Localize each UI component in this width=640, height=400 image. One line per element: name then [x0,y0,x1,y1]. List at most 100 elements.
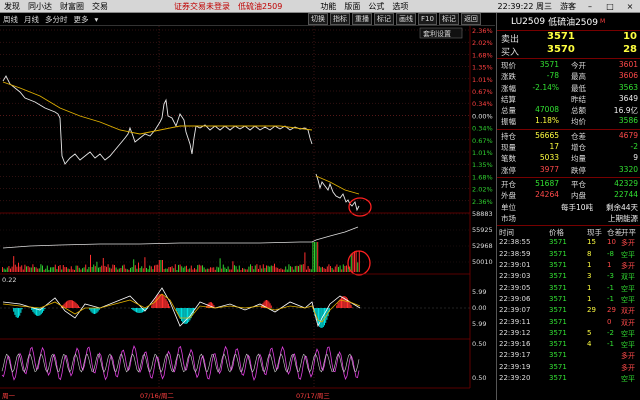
volume-bar [250,264,251,272]
menu-item-tonghuashun[interactable]: 同小达 [24,1,56,12]
macd-bar [183,308,185,324]
menu-item-function[interactable]: 功能 [316,1,340,12]
volume-bar [331,267,333,272]
volume-bar [186,265,187,272]
mark-button-2[interactable]: 标记 [438,13,459,25]
tick-row[interactable]: 22:39:11 3571 0 双开 [497,318,640,329]
volume-bar [18,262,19,272]
tick-row[interactable]: 22:39:16 3571 4 -1 空平 [497,340,640,351]
volume-bar [40,264,42,272]
macd-bar [33,308,35,314]
guest-label[interactable]: 游客 [556,1,580,12]
arbitrage-settings-label[interactable]: 套利设置 [423,29,451,38]
volume-bar [104,265,106,272]
volume-bar [19,266,21,272]
menu-item-discover[interactable]: 发现 [0,1,24,12]
volume-bar [358,250,360,272]
volume-bar [61,269,63,272]
volume-bar [334,266,336,272]
tick-row[interactable]: 22:39:01 3571 1 1 多开 [497,261,640,272]
indicator-button[interactable]: 指标 [330,13,350,25]
volume-bar [251,266,253,272]
replay-button[interactable]: 重播 [352,13,372,25]
volume-bar [246,269,248,272]
volume-bar [158,260,160,272]
volume-bar [214,269,216,272]
volume-bar [203,267,205,272]
tick-row[interactable]: 22:39:03 3571 3 -3 双平 [497,272,640,283]
tab-monthly[interactable]: 月线 [21,14,42,25]
ask-row[interactable]: 卖出 3571 10 [497,31,640,45]
tab-multi-intraday[interactable]: 多分时 [42,14,71,25]
mark-button[interactable]: 标记 [374,13,394,25]
bid-row[interactable]: 买入 3570 28 [497,44,640,58]
macd-bar [18,308,19,318]
macd-bar [97,308,99,312]
volume-bar [330,266,331,272]
tab-more[interactable]: 更多 [71,14,92,25]
tick-row[interactable]: 22:39:19 3571 多开 [497,363,640,374]
volume-bar [130,267,131,272]
login-warning[interactable]: 证券交易未登录 [170,1,234,12]
tick-row[interactable]: 22:38:55 3571 15 10 多开 [497,238,640,249]
draw-line-button[interactable]: 画线 [396,13,416,25]
volume-bar [170,267,171,272]
macd-bar [165,299,167,308]
volume-bar [317,242,319,272]
volume-bar [42,265,43,272]
volume-bar [90,254,91,272]
volume-bar [126,269,128,272]
macd-bar [16,308,18,318]
volume-bar [176,269,178,272]
volume-bar [168,267,170,272]
close-icon[interactable]: × [620,2,640,11]
oscillator-axis-label: 0.00 [472,304,486,312]
tick-table[interactable]: 22:38:55 3571 15 10 多开 22:38:59 3571 8 -8 空平 22:39… [497,238,640,385]
price-pct-label: 0.67% [472,137,493,145]
tab-weekly[interactable]: 周线 [0,14,21,25]
switch-button[interactable]: 切换 [308,13,328,25]
tick-row[interactable]: 22:39:12 3571 5 -2 空平 [497,329,640,340]
f10-button[interactable]: F10 [418,13,437,25]
volume-bar [32,264,34,272]
volume-bar [102,257,104,272]
menu-item-wealth[interactable]: 财富圈 [56,1,88,12]
tick-row[interactable]: 22:39:07 3571 29 29 双开 [497,306,640,317]
current-contract: 低硫油2509 [238,1,283,11]
volume-bar [98,267,99,272]
volume-bar [46,265,48,272]
volume-bar [254,265,256,272]
bottom-axis-label: 0.50 [472,374,486,382]
menu-item-options[interactable]: 选项 [388,1,412,12]
price-pct-label: 0.34% [472,125,493,133]
maximize-icon[interactable]: □ [600,2,620,11]
menu-item-formula[interactable]: 公式 [364,1,388,12]
tick-row[interactable]: 22:39:05 3571 1 -1 空平 [497,284,640,295]
date-label-first: 周一 [2,392,16,400]
price-pct-label: 1.68% [472,173,493,181]
tick-row[interactable]: 22:38:59 3571 8 -8 空平 [497,250,640,261]
intraday-chart[interactable]: 2.36% 2.02% 1.68% 1.35% 1.01% 0.67% 0.34% 0.00%… [0,26,495,400]
tick-row[interactable]: 22:39:20 3571 空平 [497,374,640,385]
menu-item-trade[interactable]: 交易 [88,1,112,12]
back-button[interactable]: 返回 [460,13,481,25]
clock: 22:39:22 周三 [497,1,552,11]
price-pct-label: 2.36% [472,198,493,206]
volume-bar [82,268,83,272]
minimize-icon[interactable]: – [580,2,600,11]
volume-bar [8,266,10,272]
volume-bar [109,267,111,272]
macd-bar [181,308,182,321]
volume-bar [115,267,117,272]
volume-bar [325,268,327,272]
macd-bar [31,308,33,310]
menu-item-layout[interactable]: 版面 [340,1,364,12]
volume-bar [78,267,80,272]
tick-row[interactable]: 22:39:17 3571 多开 [497,351,640,362]
macd-bar [90,308,92,312]
tick-row[interactable]: 22:39:06 3571 1 -1 空平 [497,295,640,306]
oscillator-axis-label: 5.99 [472,320,486,328]
chevron-down-icon[interactable]: ▾ [92,15,102,24]
price-pct-label: 2.02% [472,186,493,194]
volume-bar [101,265,103,272]
